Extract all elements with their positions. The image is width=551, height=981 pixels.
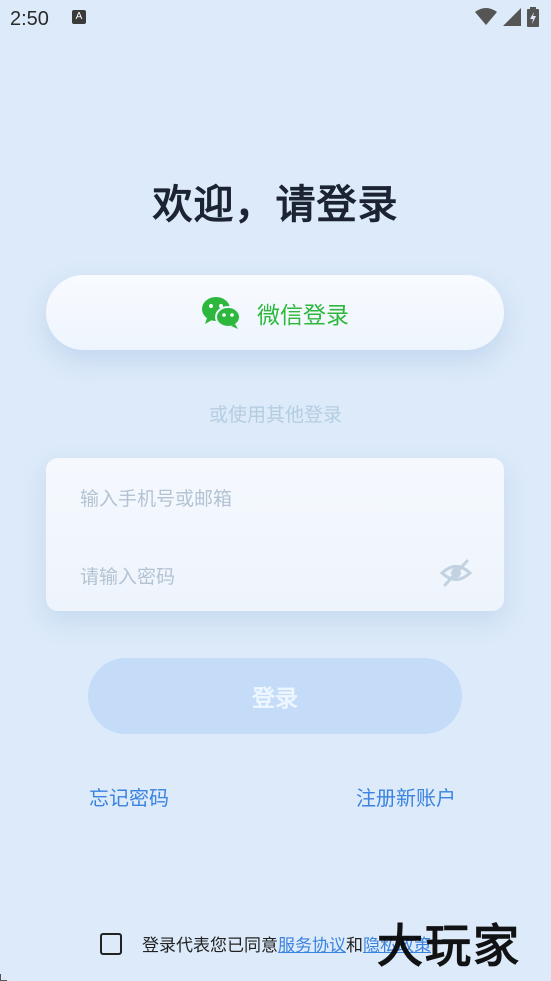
- login-form: 输入手机号或邮箱 请输入密码: [46, 458, 504, 611]
- forgot-password-link[interactable]: 忘记密码: [89, 782, 169, 811]
- wechat-login-button[interactable]: 微信登录: [46, 275, 504, 350]
- signal-icon: [503, 8, 521, 26]
- agreement-checkbox[interactable]: [100, 932, 122, 955]
- agreement-and: 和: [346, 936, 363, 956]
- wechat-login-label: 微信登录: [257, 302, 349, 329]
- watermark: 大玩家: [377, 919, 521, 973]
- status-icons: [475, 7, 539, 27]
- service-agreement-link[interactable]: 服务协议: [278, 931, 346, 956]
- agreement-prefix: 登录代表您已同意: [142, 936, 278, 956]
- wechat-icon: [202, 296, 241, 329]
- register-link[interactable]: 注册新账户: [356, 782, 456, 811]
- status-time: 2:50: [10, 8, 49, 30]
- other-login-divider: 或使用其他登录: [208, 404, 342, 426]
- page-title: 欢迎，请登录: [152, 182, 399, 228]
- corner-mark: [0, 974, 7, 981]
- status-bar: 2:50 A: [0, 0, 551, 38]
- login-button[interactable]: 登录: [88, 658, 462, 734]
- wifi-icon: [475, 8, 497, 25]
- battery-icon: [527, 7, 539, 27]
- a-icon: A: [72, 10, 86, 24]
- eye-hidden-icon[interactable]: [440, 558, 472, 588]
- account-input[interactable]: 输入手机号或邮箱: [80, 484, 232, 511]
- password-input[interactable]: 请输入密码: [80, 562, 175, 589]
